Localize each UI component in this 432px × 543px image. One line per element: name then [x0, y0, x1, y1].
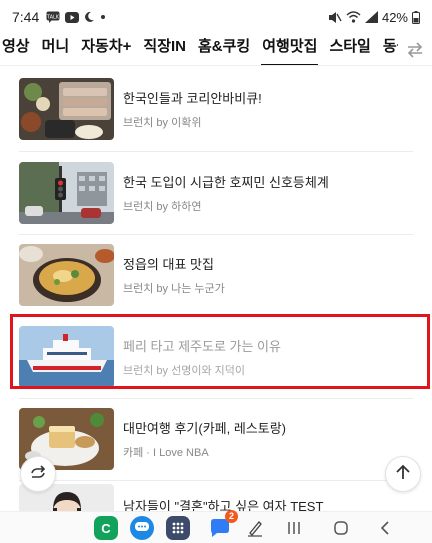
- navigation-bar: C 2: [0, 510, 432, 543]
- divider: [19, 398, 413, 399]
- battery-icon: [412, 10, 420, 24]
- article-meta: 카페 · I Love NBA: [123, 447, 209, 459]
- article-title[interactable]: 한국인들과 코리안바비큐!: [123, 88, 262, 107]
- home-icon[interactable]: [333, 516, 349, 540]
- soup-thumbnail: [19, 244, 114, 306]
- back-icon[interactable]: [378, 516, 392, 540]
- mute-icon: [328, 10, 342, 24]
- article-meta: 브런치 by 하하연: [123, 201, 202, 213]
- tab-car[interactable]: 자동차+: [75, 34, 137, 65]
- svg-text:TALK: TALK: [46, 15, 60, 21]
- arrow-up-icon: [396, 464, 410, 485]
- tab-video[interactable]: 영상: [2, 34, 36, 65]
- article-meta: 브런치 by 이확위: [123, 117, 202, 129]
- apps-grid-icon[interactable]: [166, 516, 190, 540]
- swap-arrows-icon[interactable]: [398, 34, 432, 65]
- wifi-icon: [346, 10, 361, 24]
- share-button[interactable]: [20, 456, 56, 492]
- divider: [19, 234, 413, 235]
- tab-money[interactable]: 머니: [36, 34, 76, 65]
- tab-work[interactable]: 직장IN: [137, 34, 192, 65]
- status-bar: 7:44 TALK 42%: [0, 0, 432, 34]
- notification-badge: 2: [225, 510, 238, 523]
- tab-home-cooking[interactable]: 홈&쿠킹: [192, 34, 256, 65]
- messenger-app-icon[interactable]: 2: [208, 510, 238, 540]
- scroll-top-button[interactable]: [385, 456, 421, 492]
- category-tabs: 영상 머니 자동차+ 직장IN 홈&쿠킹 여행맛집 스타일 동물: [0, 34, 432, 66]
- signal-icon: [364, 10, 378, 24]
- pen-icon[interactable]: [246, 516, 264, 540]
- tab-style[interactable]: 스타일: [323, 34, 376, 65]
- article-meta: 브런치 by 나는 누군가: [123, 283, 225, 295]
- list-item[interactable]: 한국 도입이 시급한 호찌민 신호등체계 브런치 by 하하연: [0, 154, 432, 234]
- battery-percent: 42%: [381, 9, 408, 25]
- divider: [19, 151, 413, 152]
- article-title[interactable]: 대만여행 후기(카페, 레스토랑): [123, 418, 286, 437]
- list-item[interactable]: 정읍의 대표 맛집 브런치 by 나는 누군가: [0, 236, 432, 316]
- moon-icon: [84, 10, 95, 24]
- article-title[interactable]: 한국 도입이 시급한 호찌민 신호등체계: [123, 172, 329, 191]
- dot-icon: [100, 10, 106, 24]
- recents-icon[interactable]: [286, 516, 302, 540]
- status-time: 7:44: [12, 9, 40, 25]
- traffic-thumbnail: [19, 162, 114, 224]
- chat-app-icon[interactable]: [130, 516, 154, 540]
- share-arrow-icon: [29, 464, 47, 484]
- highlight-box: [10, 314, 430, 389]
- list-item[interactable]: 대만여행 후기(카페, 레스토랑) 카페 · I Love NBA: [0, 400, 432, 480]
- phone-app-icon[interactable]: C: [94, 516, 118, 540]
- youtube-icon: [65, 10, 80, 24]
- article-title[interactable]: 정읍의 대표 맛집: [123, 254, 214, 273]
- bbq-thumbnail: [19, 78, 114, 140]
- list-item[interactable]: 한국인들과 코리안바비큐! 브런치 by 이확위: [0, 70, 432, 150]
- tab-travel-food[interactable]: 여행맛집: [256, 34, 323, 65]
- message-icon: TALK: [46, 10, 60, 24]
